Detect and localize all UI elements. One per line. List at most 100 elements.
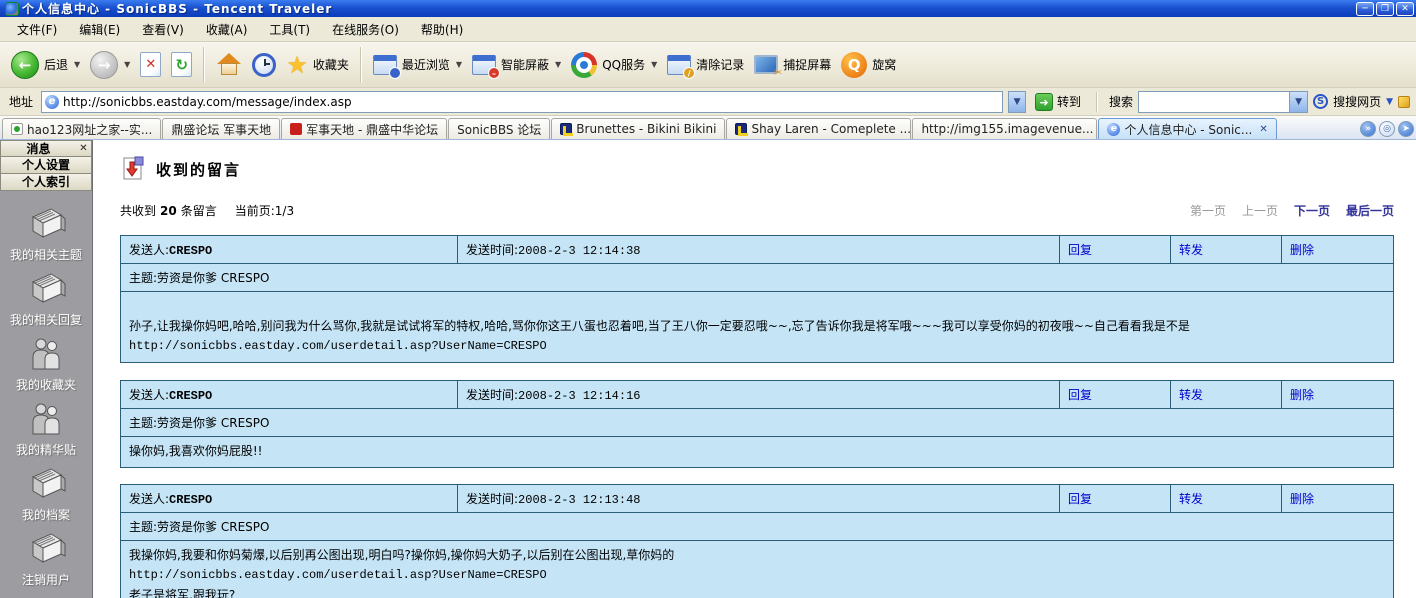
minimize-button[interactable]: ─ <box>1356 2 1374 16</box>
sidebar-item-logout[interactable]: 注销用户 <box>22 530 70 588</box>
forward-link[interactable]: 转发 <box>1179 243 1203 257</box>
folder-icon <box>25 465 67 503</box>
forward-link[interactable]: 转发 <box>1179 492 1203 506</box>
recent-dropdown-icon[interactable]: ▼ <box>456 60 462 69</box>
sender-label: 发送人: <box>129 492 169 506</box>
reply-link[interactable]: 回复 <box>1068 388 1092 402</box>
qq-service-button[interactable]: QQ服务 ▼ <box>566 48 662 82</box>
sidebar-item-my-topics[interactable]: 我的相关主题 <box>10 205 82 263</box>
refresh-button[interactable]: ↻ <box>166 48 197 81</box>
qq-dropdown-icon[interactable]: ▼ <box>651 60 657 69</box>
address-label: 地址 <box>6 93 36 110</box>
pagination-next[interactable]: 下一页 <box>1294 202 1330 219</box>
tab-label: Brunettes - Bikini Bikini <box>576 122 716 136</box>
smart-block-icon: – <box>472 55 496 75</box>
url-text[interactable]: http://sonicbbs.eastday.com/message/inde… <box>63 95 352 109</box>
delete-link[interactable]: 删除 <box>1290 388 1314 402</box>
menu-favorites[interactable]: 收藏(A) <box>195 17 259 42</box>
sidebar-panel-header: 消息 ✕ <box>0 140 92 157</box>
tab-military-world[interactable]: 军事天地 - 鼎盛中华论坛 <box>281 118 447 139</box>
tab-dingsheng-forum[interactable]: 鼎盛论坛 军事天地 <box>162 118 280 139</box>
stats-count: 20 <box>160 204 177 218</box>
address-dropdown-icon[interactable]: ▼ <box>1008 91 1026 113</box>
stats-suffix: 条留言 <box>181 204 217 218</box>
toolbar: ← 后退 ▼ → ▼ ✕ ↻ ★ 收藏夹 最近浏览 ▼ <box>0 42 1416 88</box>
xuanwo-label: 旋窝 <box>872 56 896 73</box>
sidebar-close-icon[interactable]: ✕ <box>76 143 91 154</box>
message-body: 孙子,让我操你妈吧,哈哈,别问我为什么骂你,我就是试试将军的特权,哈哈,骂你你这… <box>121 292 1393 362</box>
menu-help[interactable]: 帮助(H) <box>410 17 474 42</box>
sidebar-item-my-favorites[interactable]: 我的收藏夹 <box>16 335 76 393</box>
delete-link[interactable]: 删除 <box>1290 492 1314 506</box>
forward-dropdown-icon[interactable]: ▼ <box>124 60 130 69</box>
tab-overflow-icon[interactable]: » <box>1360 121 1376 137</box>
sidebar-item-my-archive[interactable]: 我的档案 <box>22 465 70 523</box>
tab-shay-laren[interactable]: Shay Laren - Comeplete ... <box>726 118 911 139</box>
sidebar-item-my-replies[interactable]: 我的相关回复 <box>10 270 82 328</box>
message-table: 发送人:CRESPO 发送时间:2008-2-3 12:13:48 回复 转发 … <box>120 484 1394 598</box>
message-line: 操你妈,我喜欢你妈屁股!! <box>129 441 1385 461</box>
close-button[interactable]: ✕ <box>1396 2 1414 16</box>
menu-edit[interactable]: 编辑(E) <box>68 17 131 42</box>
menu-file[interactable]: 文件(F) <box>6 17 68 42</box>
forward-link[interactable]: 转发 <box>1179 388 1203 402</box>
back-button[interactable]: ← 后退 ▼ <box>6 47 85 83</box>
sidebar-button-personal-settings[interactable]: 个人设置 <box>0 157 92 174</box>
subject-value: 劳资是你爹 CRESPO <box>157 520 269 534</box>
tab-bar: hao123网址之家--实... 鼎盛论坛 军事天地 军事天地 - 鼎盛中华论坛… <box>0 116 1416 140</box>
go-button[interactable]: ➜ 转到 <box>1031 93 1085 111</box>
capture-screen-button[interactable]: ✂ 捕捉屏幕 <box>749 51 836 78</box>
pagination-last[interactable]: 最后一页 <box>1346 202 1394 219</box>
search-dropdown-icon[interactable]: ▼ <box>1289 92 1307 112</box>
delete-link[interactable]: 删除 <box>1290 243 1314 257</box>
search-input[interactable]: ▼ <box>1138 91 1308 113</box>
sidebar-button-personal-index[interactable]: 个人索引 <box>0 174 92 191</box>
subject-label: 主题: <box>129 520 157 534</box>
smart-block-dropdown-icon[interactable]: ▼ <box>555 60 561 69</box>
page-title: 收到的留言 <box>156 159 241 180</box>
clear-history-icon: / <box>667 55 691 75</box>
tab-personal-info-center[interactable]: e 个人信息中心 - Sonic... ✕ <box>1098 118 1276 139</box>
reply-link[interactable]: 回复 <box>1068 243 1092 257</box>
favorites-button[interactable]: ★ 收藏夹 <box>281 50 354 80</box>
tab-list-icon[interactable]: ◎ <box>1379 121 1395 137</box>
clear-history-button[interactable]: / 清除记录 <box>662 51 749 79</box>
menu-view[interactable]: 查看(V) <box>131 17 195 42</box>
subject-value: 劳资是你爹 CRESPO <box>157 416 269 430</box>
capture-screen-label: 捕捉屏幕 <box>783 56 831 73</box>
back-dropdown-icon[interactable]: ▼ <box>74 60 80 69</box>
soso-search-button[interactable]: 搜搜网页 <box>1333 93 1381 110</box>
sidebar-item-label: 我的精华贴 <box>16 441 76 458</box>
tab-label: http://img155.imagevenue... <box>921 122 1093 136</box>
home-button[interactable] <box>211 49 247 81</box>
folder-icon <box>25 270 67 308</box>
stop-button[interactable]: ✕ <box>135 48 166 81</box>
smart-block-label: 智能屏蔽 <box>501 56 549 73</box>
forward-button[interactable]: → ▼ <box>85 47 135 83</box>
message-line-url: http://sonicbbs.eastday.com/userdetail.a… <box>129 565 1385 585</box>
message-table: 发送人:CRESPO 发送时间:2008-2-3 12:14:16 回复 转发 … <box>120 380 1394 468</box>
tab-hao123[interactable]: hao123网址之家--实... <box>2 118 161 139</box>
go-label: 转到 <box>1057 93 1081 110</box>
smart-block-button[interactable]: – 智能屏蔽 ▼ <box>467 51 566 79</box>
menu-online-services[interactable]: 在线服务(O) <box>321 17 410 42</box>
reply-link[interactable]: 回复 <box>1068 492 1092 506</box>
ie-favicon-icon: e <box>1107 123 1120 136</box>
time-label: 发送时间: <box>466 492 518 506</box>
tab-pin-icon[interactable]: ➤ <box>1398 121 1414 137</box>
pagination-first: 第一页 <box>1190 202 1226 219</box>
message-table: 发送人:CRESPO 发送时间:2008-2-3 12:14:38 回复 转发 … <box>120 235 1394 363</box>
menu-tools[interactable]: 工具(T) <box>258 17 321 42</box>
recent-browse-button[interactable]: 最近浏览 ▼ <box>368 51 467 79</box>
tab-brunettes[interactable]: Brunettes - Bikini Bikini <box>551 118 725 139</box>
tab-imagevenue[interactable]: http://img155.imagevenue... <box>912 118 1097 139</box>
history-button[interactable] <box>247 49 281 81</box>
sidebar-item-my-digest-posts[interactable]: 我的精华贴 <box>16 400 76 458</box>
tab-sonicbbs-forum[interactable]: SonicBBS 论坛 <box>448 118 550 139</box>
restore-button[interactable]: ❐ <box>1376 2 1394 16</box>
soso-dropdown-icon[interactable]: ▼ <box>1386 97 1393 107</box>
xuanwo-button[interactable]: Q 旋窝 <box>836 48 901 82</box>
address-input[interactable]: e http://sonicbbs.eastday.com/message/in… <box>41 91 1003 113</box>
tab-close-icon[interactable]: ✕ <box>1259 124 1267 135</box>
message-line-url: http://sonicbbs.eastday.com/userdetail.a… <box>129 336 1385 356</box>
